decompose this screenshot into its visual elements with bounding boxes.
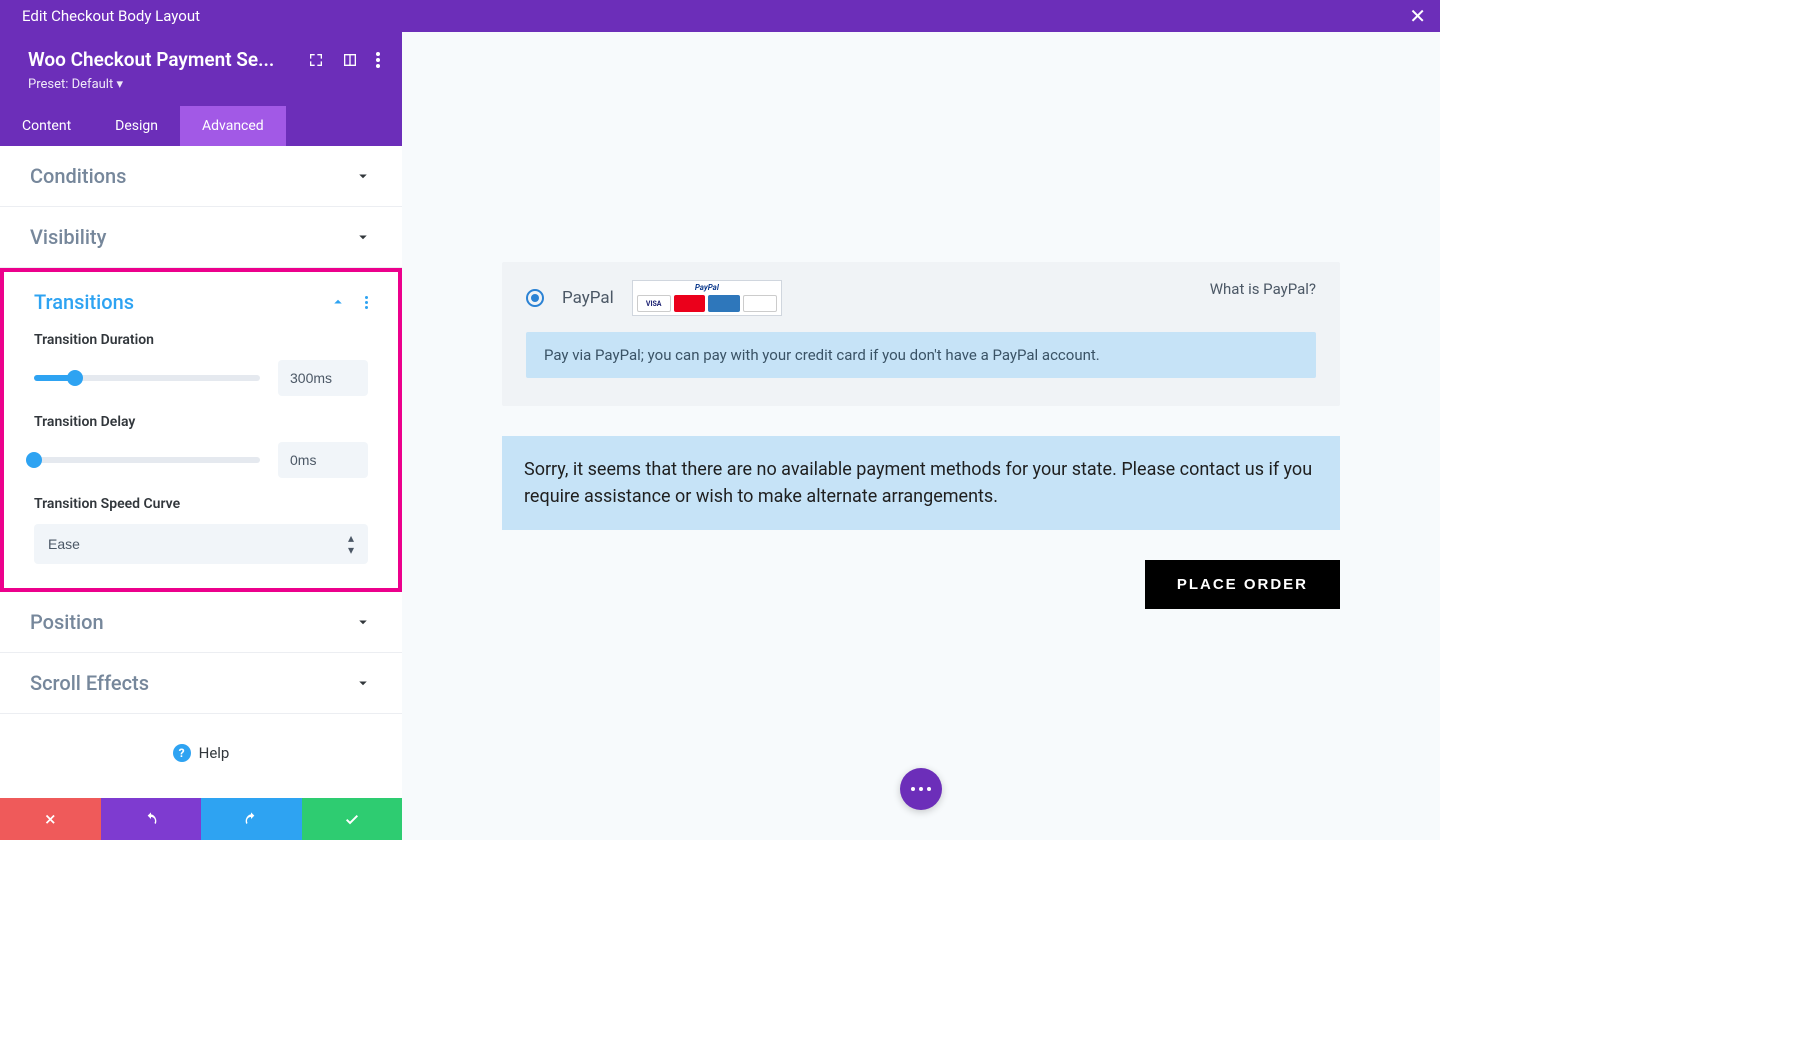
save-button[interactable] <box>302 798 403 840</box>
cancel-button[interactable] <box>0 798 101 840</box>
tab-advanced[interactable]: Advanced <box>180 106 286 146</box>
sections-list: Conditions Visibility Transitions <box>0 146 402 798</box>
section-transitions-header[interactable]: Transitions <box>34 290 368 314</box>
settings-tabs: Content Design Advanced <box>0 106 402 146</box>
chevron-down-icon <box>354 674 372 692</box>
floating-action-button[interactable] <box>900 768 942 810</box>
paypal-description: Pay via PayPal; you can pay with your cr… <box>526 332 1316 378</box>
more-icon[interactable] <box>376 52 380 68</box>
delay-input[interactable] <box>278 442 368 478</box>
transition-duration-field: Transition Duration <box>34 332 368 396</box>
section-position[interactable]: Position <box>0 592 402 653</box>
delay-slider[interactable] <box>34 457 260 463</box>
tab-design[interactable]: Design <box>93 106 180 146</box>
preview-pane: PayPal PayPal VISA What is PayPal? Pay v… <box>402 32 1440 840</box>
more-icon[interactable] <box>365 296 368 309</box>
slider-thumb[interactable] <box>67 370 83 386</box>
columns-icon[interactable] <box>342 52 358 68</box>
duration-input[interactable] <box>278 360 368 396</box>
tab-content[interactable]: Content <box>0 106 93 146</box>
transition-delay-field: Transition Delay <box>34 414 368 478</box>
payment-method-box: PayPal PayPal VISA What is PayPal? Pay v… <box>502 262 1340 406</box>
section-scroll-effects[interactable]: Scroll Effects <box>0 653 402 714</box>
slider-thumb[interactable] <box>26 452 42 468</box>
check-icon <box>344 811 360 827</box>
section-transitions: Transitions Transition Duration <box>4 272 398 588</box>
undo-button[interactable] <box>101 798 202 840</box>
place-order-button[interactable]: PLACE ORDER <box>1145 560 1340 609</box>
help-icon: ? <box>173 744 191 762</box>
chevron-down-icon <box>354 613 372 631</box>
section-conditions[interactable]: Conditions <box>0 146 402 207</box>
preset-selector[interactable]: Preset: Default ▾ <box>28 77 380 92</box>
action-bar <box>0 798 402 840</box>
highlighted-section: Transitions Transition Duration <box>0 268 402 592</box>
paypal-option[interactable]: PayPal PayPal VISA What is PayPal? <box>526 280 1316 316</box>
more-icon <box>911 787 931 791</box>
expand-icon[interactable] <box>308 52 324 68</box>
undo-icon <box>143 811 159 827</box>
module-title: Woo Checkout Payment Se... <box>28 48 274 71</box>
close-icon[interactable]: ✕ <box>1409 4 1426 28</box>
chevron-down-icon: ▾ <box>116 77 123 92</box>
help-link[interactable]: ? Help <box>0 714 402 772</box>
close-icon <box>43 812 57 826</box>
curve-select[interactable]: Ease <box>34 524 368 564</box>
radio-paypal[interactable] <box>526 289 544 307</box>
settings-sidebar: Woo Checkout Payment Se... Preset: Defau… <box>0 32 402 840</box>
payment-cards-image: PayPal VISA <box>632 280 782 316</box>
redo-icon <box>243 811 259 827</box>
duration-slider[interactable] <box>34 375 260 381</box>
section-visibility[interactable]: Visibility <box>0 207 402 268</box>
what-is-paypal-link[interactable]: What is PayPal? <box>1210 280 1316 298</box>
chevron-down-icon <box>354 167 372 185</box>
payment-warning: Sorry, it seems that there are no availa… <box>502 436 1340 530</box>
titlebar: Edit Checkout Body Layout ✕ <box>0 0 1440 32</box>
module-header: Woo Checkout Payment Se... Preset: Defau… <box>0 32 402 106</box>
transition-curve-field: Transition Speed Curve Ease ▴▾ <box>34 496 368 564</box>
chevron-up-icon <box>329 293 347 311</box>
titlebar-title: Edit Checkout Body Layout <box>22 7 200 25</box>
chevron-down-icon <box>354 228 372 246</box>
redo-button[interactable] <box>201 798 302 840</box>
